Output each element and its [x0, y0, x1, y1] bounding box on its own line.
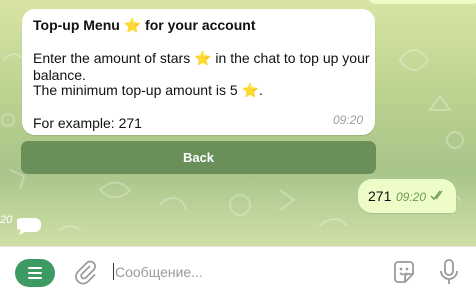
- chat-area: Top-up Menu ⭐ for your account Enter the…: [0, 0, 476, 246]
- line3-part-a: The minimum top-up amount is 5: [33, 82, 238, 98]
- user-message-text: 271: [368, 188, 392, 204]
- star-icon: ⭐: [123, 17, 142, 33]
- title-text: Top-up Menu: [33, 17, 120, 33]
- message-input[interactable]: [112, 261, 375, 283]
- message-title: Top-up Menu ⭐ for your account: [33, 17, 256, 34]
- paperclip-icon[interactable]: [72, 259, 98, 285]
- star-icon: ⭐: [241, 82, 259, 98]
- menu-icon: [28, 267, 42, 279]
- message-line-1: Enter the amount of stars ⭐ in the chat …: [33, 50, 370, 67]
- message-line-3: The minimum top-up amount is 5 ⭐.: [33, 82, 263, 99]
- star-icon: ⭐: [194, 50, 212, 66]
- menu-button[interactable]: [15, 259, 55, 287]
- sticker-icon[interactable]: [390, 259, 418, 287]
- message-example: For example: 271: [33, 115, 142, 131]
- composer-bar: [0, 246, 476, 293]
- line1-part-b: in the chat to top up your: [215, 50, 370, 66]
- line3-part-b: .: [258, 82, 263, 98]
- user-message-time: 09:20: [396, 190, 427, 204]
- back-button[interactable]: Back: [21, 141, 376, 174]
- bot-message-bubble: Top-up Menu ⭐ for your account Enter the…: [22, 9, 375, 135]
- text-caret: [113, 263, 114, 280]
- double-check-icon: [430, 190, 443, 201]
- title-suffix: for your account: [145, 17, 256, 33]
- microphone-icon[interactable]: [438, 258, 460, 286]
- line1-part-a: Enter the amount of stars: [33, 50, 191, 66]
- partial-bubble-icon: [17, 218, 41, 235]
- user-message-bubble: 271 09:20: [358, 179, 456, 213]
- message-time: 09:20: [332, 113, 363, 127]
- partial-timestamp: 20: [0, 214, 13, 226]
- previous-outgoing-bubble: [368, 0, 476, 4]
